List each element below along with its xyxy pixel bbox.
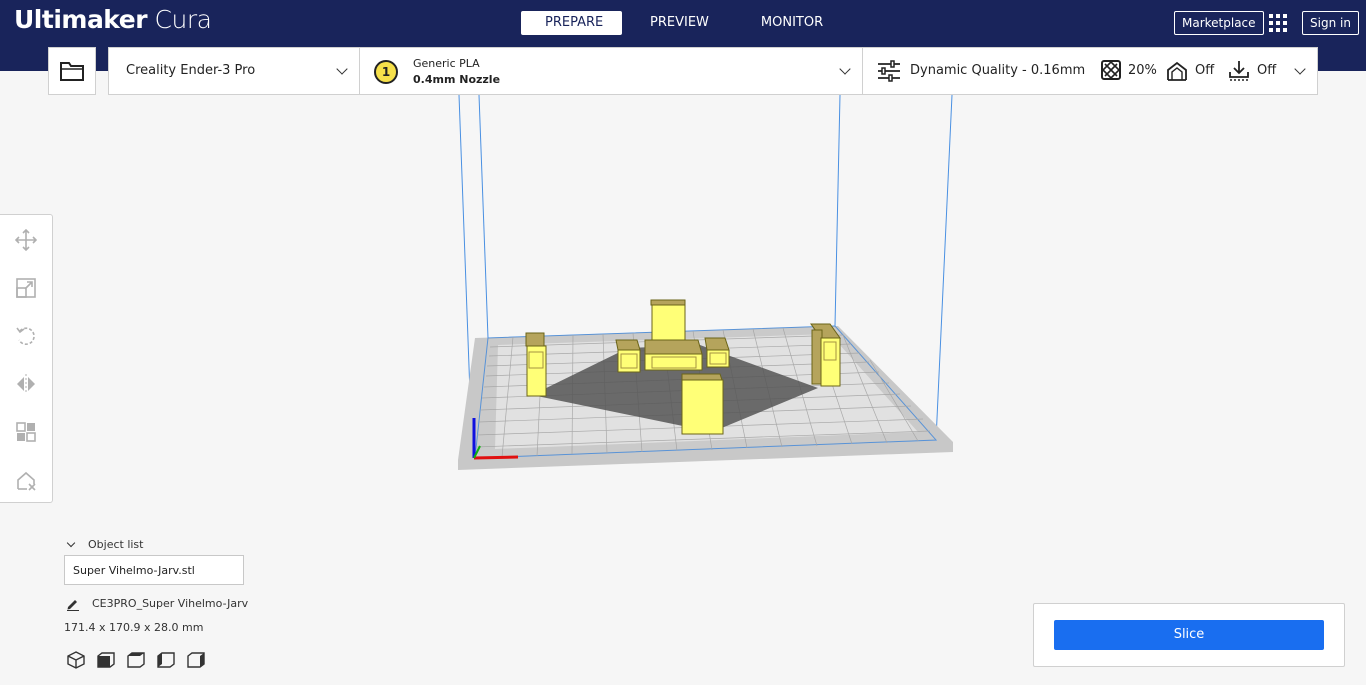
rotate-tool-icon[interactable] (15, 325, 37, 347)
sign-in-button[interactable]: Sign in (1302, 11, 1359, 35)
tab-preview[interactable]: PREVIEW (626, 11, 733, 35)
view-3d-icon[interactable] (66, 650, 86, 670)
nozzle-size: 0.4mm Nozzle (413, 73, 501, 86)
app-logo: Ultimaker Cura (14, 5, 212, 34)
mirror-tool-icon[interactable] (15, 373, 37, 395)
object-list-toggle[interactable]: Object list (66, 538, 143, 551)
view-right-icon[interactable] (186, 650, 206, 670)
support-blocker-icon[interactable] (15, 469, 37, 491)
open-file-button[interactable] (48, 47, 96, 95)
view-left-icon[interactable] (156, 650, 176, 670)
chevron-down-icon (1294, 63, 1306, 75)
apps-grid-icon[interactable] (1269, 14, 1287, 32)
sliders-icon (878, 60, 900, 82)
slice-panel: Slice (1033, 603, 1345, 667)
chevron-down-icon (336, 63, 348, 75)
tool-sidebar (0, 214, 53, 503)
quality-profile: Dynamic Quality - 0.16mm (910, 63, 1086, 78)
view-top-icon[interactable] (126, 650, 146, 670)
material-selector[interactable]: 1 Generic PLA 0.4mm Nozzle (359, 47, 863, 95)
tab-monitor[interactable]: MONITOR (737, 11, 847, 35)
infill-value: 20% (1128, 63, 1157, 78)
chevron-down-icon (839, 63, 851, 75)
stage-tabs: PREPARE PREVIEW MONITOR (521, 11, 851, 35)
material-name: Generic PLA (413, 57, 480, 70)
adhesion-icon (1229, 61, 1249, 81)
model-dimensions: 171.4 x 170.9 x 28.0 mm (64, 621, 204, 634)
extruder-badge: 1 (374, 60, 398, 84)
object-list-label: Object list (88, 538, 144, 551)
slice-button[interactable]: Slice (1054, 620, 1324, 650)
camera-view-buttons (66, 650, 216, 670)
chevron-down-icon (66, 538, 76, 548)
adhesion-value: Off (1257, 63, 1277, 78)
support-value: Off (1195, 63, 1215, 78)
marketplace-button[interactable]: Marketplace (1174, 11, 1264, 35)
job-name[interactable]: CE3PRO_Super Vihelmo-Jarv (92, 597, 248, 610)
printer-name: Creality Ender-3 Pro (126, 63, 256, 78)
printer-selector[interactable]: Creality Ender-3 Pro (108, 47, 360, 95)
support-icon (1167, 61, 1187, 81)
pencil-icon[interactable] (66, 597, 80, 611)
folder-icon (60, 62, 84, 81)
logo-brand: Ultimaker (14, 5, 148, 34)
print-settings-selector[interactable]: Dynamic Quality - 0.16mm 20% Off Off (862, 47, 1318, 95)
scale-tool-icon[interactable] (15, 277, 37, 299)
tab-prepare[interactable]: PREPARE (521, 11, 622, 35)
view-front-icon[interactable] (96, 650, 116, 670)
per-model-settings-icon[interactable] (15, 421, 37, 443)
move-tool-icon[interactable] (15, 229, 37, 251)
logo-product: Cura (154, 5, 212, 34)
object-list-item[interactable]: Super Vihelmo-Jarv.stl (64, 555, 244, 585)
infill-icon (1101, 60, 1121, 80)
